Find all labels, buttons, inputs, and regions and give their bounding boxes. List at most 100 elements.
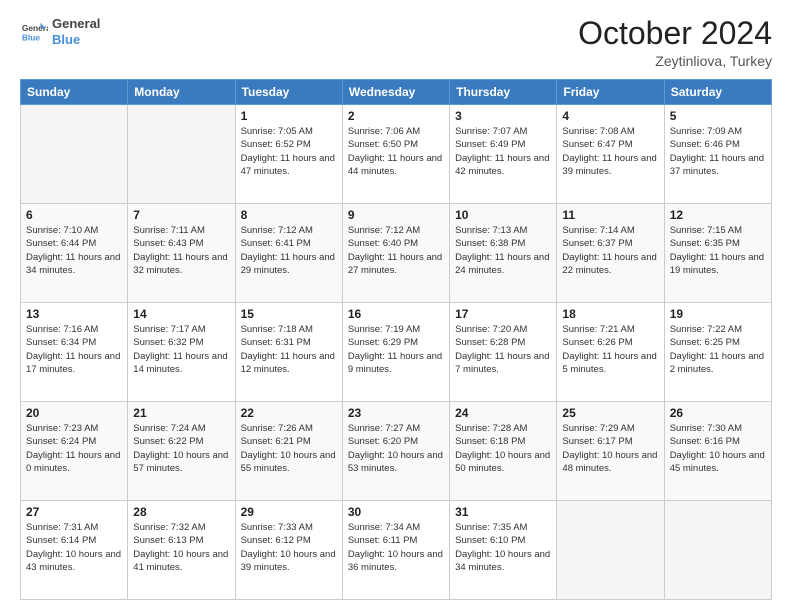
day-number: 2 [348,109,444,123]
day-info: Sunrise: 7:11 AM Sunset: 6:43 PM Dayligh… [133,224,229,277]
day-number: 16 [348,307,444,321]
calendar-cell: 17Sunrise: 7:20 AM Sunset: 6:28 PM Dayli… [450,303,557,402]
day-number: 21 [133,406,229,420]
weekday-header-tuesday: Tuesday [235,80,342,105]
day-info: Sunrise: 7:28 AM Sunset: 6:18 PM Dayligh… [455,422,551,475]
day-number: 1 [241,109,337,123]
calendar-cell: 3 Sunrise: 7:07 AM Sunset: 6:49 PM Daylig… [450,105,557,204]
day-info: Sunrise: 7:07 AM Sunset: 6:49 PM Dayligh… [455,125,551,178]
day-number: 18 [562,307,658,321]
day-number: 8 [241,208,337,222]
day-info: Sunrise: 7:27 AM Sunset: 6:20 PM Dayligh… [348,422,444,475]
weekday-header-saturday: Saturday [664,80,771,105]
calendar-cell [664,501,771,600]
main-title: October 2024 [578,16,772,51]
calendar-cell: 27Sunrise: 7:31 AM Sunset: 6:14 PM Dayli… [21,501,128,600]
calendar-cell: 12 Sunrise: 7:15 AM Sunset: 6:35 PM Dayli… [664,204,771,303]
week-row-2: 6 Sunrise: 7:10 AM Sunset: 6:44 PM Daylig… [21,204,772,303]
calendar-cell: 29 Sunrise: 7:33 AM Sunset: 6:12 PM Dayli… [235,501,342,600]
day-number: 13 [26,307,122,321]
day-number: 26 [670,406,766,420]
weekday-header-monday: Monday [128,80,235,105]
day-info: Sunrise: 7:19 AM Sunset: 6:29 PM Dayligh… [348,323,444,376]
day-number: 6 [26,208,122,222]
calendar-cell [21,105,128,204]
day-number: 25 [562,406,658,420]
calendar-cell: 18Sunrise: 7:21 AM Sunset: 6:26 PM Dayli… [557,303,664,402]
calendar-cell: 6 Sunrise: 7:10 AM Sunset: 6:44 PM Daylig… [21,204,128,303]
day-number: 9 [348,208,444,222]
calendar-cell: 11 Sunrise: 7:14 AM Sunset: 6:37 PM Dayli… [557,204,664,303]
calendar-cell: 15Sunrise: 7:18 AM Sunset: 6:31 PM Dayli… [235,303,342,402]
day-info: Sunrise: 7:08 AM Sunset: 6:47 PM Dayligh… [562,125,658,178]
logo: General Blue General Blue [20,16,100,47]
day-number: 14 [133,307,229,321]
calendar-cell: 5 Sunrise: 7:09 AM Sunset: 6:46 PM Daylig… [664,105,771,204]
day-info: Sunrise: 7:17 AM Sunset: 6:32 PM Dayligh… [133,323,229,376]
day-number: 3 [455,109,551,123]
calendar-cell: 4 Sunrise: 7:08 AM Sunset: 6:47 PM Daylig… [557,105,664,204]
calendar-cell: 31 Sunrise: 7:35 AM Sunset: 6:10 PM Dayli… [450,501,557,600]
calendar-cell: 20Sunrise: 7:23 AM Sunset: 6:24 PM Dayli… [21,402,128,501]
calendar-cell: 16 Sunrise: 7:19 AM Sunset: 6:29 PM Dayli… [342,303,449,402]
day-number: 29 [241,505,337,519]
weekday-header-thursday: Thursday [450,80,557,105]
weekday-header-friday: Friday [557,80,664,105]
day-number: 20 [26,406,122,420]
day-info: Sunrise: 7:34 AM Sunset: 6:11 PM Dayligh… [348,521,444,574]
day-info: Sunrise: 7:06 AM Sunset: 6:50 PM Dayligh… [348,125,444,178]
day-number: 24 [455,406,551,420]
day-number: 11 [562,208,658,222]
day-number: 22 [241,406,337,420]
logo-blue: Blue [52,32,100,48]
day-info: Sunrise: 7:15 AM Sunset: 6:35 PM Dayligh… [670,224,766,277]
subtitle: Zeytinliova, Turkey [578,53,772,69]
day-info: Sunrise: 7:29 AM Sunset: 6:17 PM Dayligh… [562,422,658,475]
calendar-cell: 9 Sunrise: 7:12 AM Sunset: 6:40 PM Daylig… [342,204,449,303]
week-row-5: 27Sunrise: 7:31 AM Sunset: 6:14 PM Dayli… [21,501,772,600]
day-info: Sunrise: 7:14 AM Sunset: 6:37 PM Dayligh… [562,224,658,277]
weekday-header-row: SundayMondayTuesdayWednesdayThursdayFrid… [21,80,772,105]
day-number: 17 [455,307,551,321]
day-number: 19 [670,307,766,321]
calendar-cell: 1 Sunrise: 7:05 AM Sunset: 6:52 PM Daylig… [235,105,342,204]
day-info: Sunrise: 7:10 AM Sunset: 6:44 PM Dayligh… [26,224,122,277]
day-number: 4 [562,109,658,123]
logo-general: General [52,16,100,32]
header: General Blue General Blue October 2024 Z… [20,16,772,69]
day-info: Sunrise: 7:18 AM Sunset: 6:31 PM Dayligh… [241,323,337,376]
weekday-header-wednesday: Wednesday [342,80,449,105]
day-number: 10 [455,208,551,222]
svg-text:Blue: Blue [22,32,40,42]
calendar-cell: 2 Sunrise: 7:06 AM Sunset: 6:50 PM Daylig… [342,105,449,204]
weekday-header-sunday: Sunday [21,80,128,105]
day-info: Sunrise: 7:33 AM Sunset: 6:12 PM Dayligh… [241,521,337,574]
logo-icon: General Blue [20,18,48,46]
day-number: 12 [670,208,766,222]
day-info: Sunrise: 7:12 AM Sunset: 6:41 PM Dayligh… [241,224,337,277]
calendar-cell: 7 Sunrise: 7:11 AM Sunset: 6:43 PM Daylig… [128,204,235,303]
calendar-table: SundayMondayTuesdayWednesdayThursdayFrid… [20,79,772,600]
calendar-cell: 23Sunrise: 7:27 AM Sunset: 6:20 PM Dayli… [342,402,449,501]
day-number: 5 [670,109,766,123]
day-info: Sunrise: 7:30 AM Sunset: 6:16 PM Dayligh… [670,422,766,475]
calendar-cell: 13 Sunrise: 7:16 AM Sunset: 6:34 PM Dayli… [21,303,128,402]
day-info: Sunrise: 7:26 AM Sunset: 6:21 PM Dayligh… [241,422,337,475]
day-info: Sunrise: 7:12 AM Sunset: 6:40 PM Dayligh… [348,224,444,277]
day-info: Sunrise: 7:31 AM Sunset: 6:14 PM Dayligh… [26,521,122,574]
week-row-4: 20Sunrise: 7:23 AM Sunset: 6:24 PM Dayli… [21,402,772,501]
day-number: 7 [133,208,229,222]
day-info: Sunrise: 7:35 AM Sunset: 6:10 PM Dayligh… [455,521,551,574]
calendar-cell: 24 Sunrise: 7:28 AM Sunset: 6:18 PM Dayli… [450,402,557,501]
day-info: Sunrise: 7:09 AM Sunset: 6:46 PM Dayligh… [670,125,766,178]
calendar-cell: 25 Sunrise: 7:29 AM Sunset: 6:17 PM Dayli… [557,402,664,501]
day-number: 28 [133,505,229,519]
calendar-cell [128,105,235,204]
title-block: October 2024 Zeytinliova, Turkey [578,16,772,69]
day-info: Sunrise: 7:05 AM Sunset: 6:52 PM Dayligh… [241,125,337,178]
calendar-cell: 14 Sunrise: 7:17 AM Sunset: 6:32 PM Dayli… [128,303,235,402]
day-number: 31 [455,505,551,519]
day-info: Sunrise: 7:22 AM Sunset: 6:25 PM Dayligh… [670,323,766,376]
day-info: Sunrise: 7:16 AM Sunset: 6:34 PM Dayligh… [26,323,122,376]
calendar-cell [557,501,664,600]
